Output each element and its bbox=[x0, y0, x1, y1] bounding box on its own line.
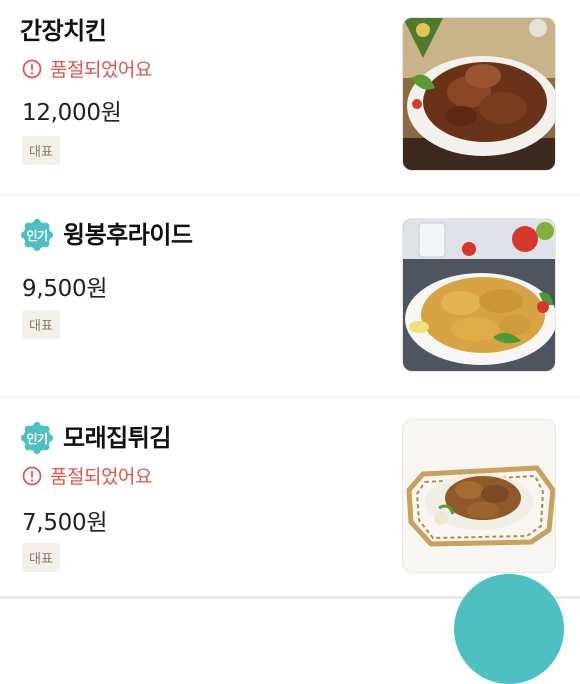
representative-tag: 대표 bbox=[22, 310, 60, 339]
popular-badge-label: 인기 bbox=[26, 431, 48, 446]
soldout-status: 품절되었어요 bbox=[22, 55, 152, 82]
floating-action-button[interactable] bbox=[454, 574, 564, 684]
item-price: 12,000원 bbox=[22, 100, 122, 126]
menu-item-gizzard-fried[interactable]: 인기 모래집튀김 품절되었어요 7,500원 대표 bbox=[0, 397, 580, 596]
item-price: 9,500원 bbox=[22, 276, 108, 302]
item-image[interactable] bbox=[402, 17, 556, 171]
soldout-text: 품절되었어요 bbox=[50, 59, 152, 81]
item-name: 윙봉후라이드 bbox=[63, 221, 193, 249]
alert-circle-icon bbox=[22, 59, 42, 78]
popular-badge: 인기 bbox=[20, 421, 54, 455]
item-name-row: 간장치킨 bbox=[20, 17, 107, 45]
item-image[interactable] bbox=[402, 218, 556, 372]
soldout-status: 품절되었어요 bbox=[22, 462, 152, 489]
item-price: 7,500원 bbox=[22, 510, 108, 536]
popular-badge-label: 인기 bbox=[26, 228, 48, 243]
representative-tag: 대표 bbox=[22, 136, 60, 165]
soldout-text: 품절되었어요 bbox=[50, 466, 152, 488]
item-name-row: 인기 모래집튀김 bbox=[20, 421, 171, 455]
menu-item-soy-chicken[interactable]: 간장치킨 품절되었어요 12,000원 대표 bbox=[0, 0, 580, 195]
item-name-row: 인기 윙봉후라이드 bbox=[20, 218, 193, 252]
representative-tag: 대표 bbox=[22, 543, 60, 572]
item-name: 간장치킨 bbox=[20, 17, 107, 45]
popular-badge: 인기 bbox=[20, 218, 54, 252]
menu-item-wing-fried[interactable]: 인기 윙봉후라이드 9,500원 대표 bbox=[0, 196, 580, 396]
item-name: 모래집튀김 bbox=[63, 424, 171, 452]
item-image[interactable] bbox=[402, 419, 556, 573]
alert-circle-icon bbox=[22, 466, 42, 485]
